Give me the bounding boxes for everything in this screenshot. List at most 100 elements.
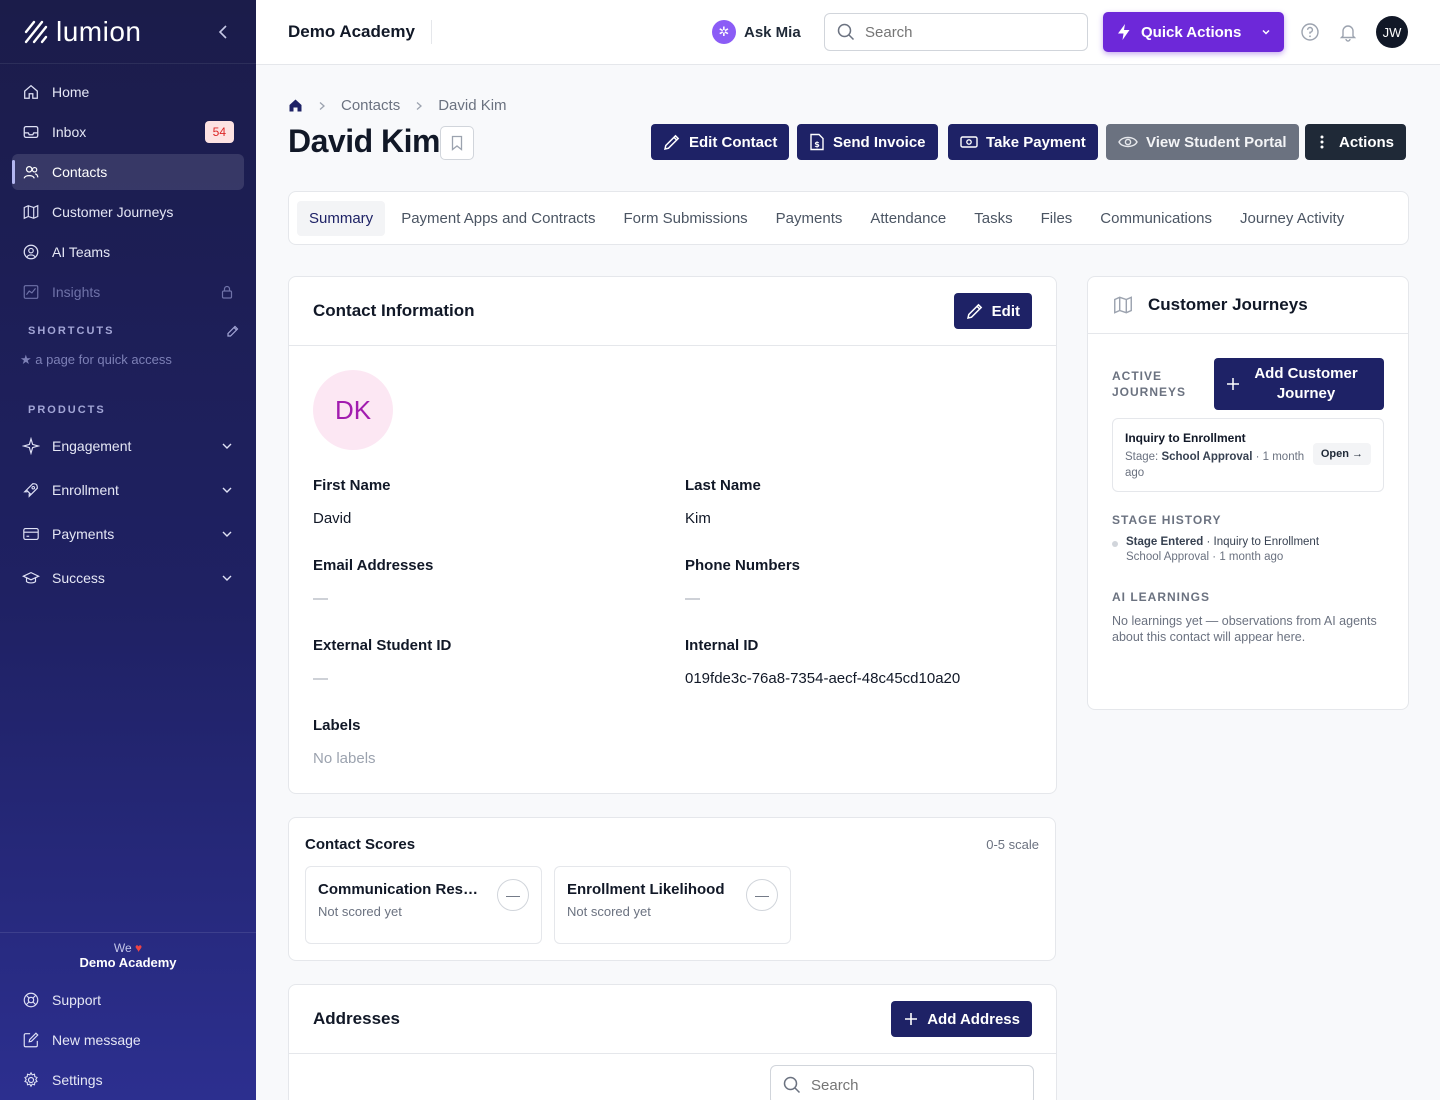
phone-numbers-field: Phone Numbers —: [685, 557, 1025, 607]
tab-form-submissions[interactable]: Form Submissions: [611, 201, 759, 236]
sidebar-item-customer-journeys[interactable]: Customer Journeys: [12, 194, 244, 230]
sidebar-item-label: Settings: [52, 1072, 103, 1088]
address-search-input[interactable]: [811, 1076, 1011, 1094]
sidebar-footer: We ♥ Demo Academy Support New message Se…: [0, 932, 256, 1100]
score-value[interactable]: —: [746, 879, 778, 911]
plus-icon: [1227, 378, 1239, 390]
we-text: We: [113, 941, 132, 955]
addresses-card: Addresses Add Address: [288, 984, 1057, 1100]
global-search[interactable]: [824, 13, 1088, 51]
we-love-line: We ♥: [0, 941, 256, 955]
collapse-sidebar-icon[interactable]: [216, 24, 232, 40]
send-invoice-button[interactable]: $ Send Invoice: [797, 124, 938, 160]
tab-communications[interactable]: Communications: [1088, 201, 1224, 236]
svg-text:$: $: [814, 140, 820, 149]
card-title: Contact Information: [313, 301, 475, 320]
pencil-icon: [966, 303, 982, 319]
score-value[interactable]: —: [497, 879, 529, 911]
eye-icon: [1118, 136, 1138, 148]
edit-shortcuts-icon[interactable]: [226, 324, 240, 338]
view-student-portal-button[interactable]: View Student Portal: [1106, 124, 1299, 160]
stage-prefix: Stage:: [1125, 451, 1159, 463]
bookmark-icon: [451, 135, 463, 151]
take-payment-button[interactable]: Take Payment: [948, 124, 1098, 160]
edit-label: Edit: [991, 302, 1020, 320]
quick-actions-label: Quick Actions: [1141, 23, 1242, 41]
global-search-input[interactable]: [865, 23, 1065, 41]
sidebar-item-contacts[interactable]: Contacts: [12, 154, 244, 190]
edit-contact-button[interactable]: Edit Contact: [651, 124, 790, 160]
ask-mia-button[interactable]: ✲ Ask Mia: [712, 20, 801, 44]
sidebar-item-label: Support: [52, 992, 102, 1008]
sidebar-group-success[interactable]: Success: [0, 556, 256, 600]
sidebar-group-enrollment[interactable]: Enrollment: [0, 468, 256, 512]
breadcrumb-current: David Kim: [438, 97, 507, 114]
breadcrumb-contacts[interactable]: Contacts: [341, 97, 400, 114]
field-value: Kim: [685, 510, 711, 527]
main-nav: Home Inbox 54 Contacts Customer Journeys…: [0, 64, 256, 310]
tab-payment-apps-contracts[interactable]: Payment Apps and Contracts: [389, 201, 607, 236]
card-header: Addresses Add Address: [289, 985, 1056, 1054]
bell-icon[interactable]: [1338, 22, 1358, 42]
home-icon[interactable]: [288, 98, 303, 113]
help-icon[interactable]: [1300, 22, 1320, 42]
sidebar-item-support[interactable]: Support: [0, 980, 256, 1020]
edit-contact-label: Edit Contact: [689, 133, 778, 151]
heart-icon: ♥: [135, 941, 143, 955]
tab-attendance[interactable]: Attendance: [858, 201, 958, 236]
internal-id-field: Internal ID 019fde3c-76a8-7354-aecf-48c4…: [685, 637, 1025, 687]
open-journey-button[interactable]: Open →: [1312, 443, 1371, 465]
sidebar-group-label: Engagement: [52, 438, 132, 454]
contacts-icon: [23, 165, 39, 179]
field-value: —: [685, 590, 700, 607]
sidebar-group-engagement[interactable]: Engagement: [0, 424, 256, 468]
sidebar-item-ai-teams[interactable]: AI Teams: [12, 234, 244, 270]
score-scale: 0-5 scale: [986, 837, 1039, 852]
tab-files[interactable]: Files: [1029, 201, 1085, 236]
tab-journey-activity[interactable]: Journey Activity: [1228, 201, 1356, 236]
history-detail: School Approval · 1 month ago: [1126, 551, 1284, 563]
add-address-button[interactable]: Add Address: [891, 1001, 1032, 1037]
quick-actions-button[interactable]: Quick Actions: [1103, 12, 1284, 52]
active-journeys-label: ACTIVE JOURNEYS: [1112, 369, 1187, 399]
send-invoice-label: Send Invoice: [833, 133, 926, 151]
contact-information-card: Contact Information Edit DK First Name D…: [288, 276, 1057, 794]
sidebar-item-new-message[interactable]: New message: [0, 1020, 256, 1060]
sidebar-item-insights[interactable]: Insights: [12, 274, 244, 310]
stage-history-item: Stage Entered · Inquiry to Enrollment Sc…: [1112, 536, 1319, 563]
map-icon: [1114, 296, 1132, 314]
edit-info-button[interactable]: Edit: [953, 293, 1032, 329]
home-icon: [24, 84, 38, 99]
page-title: David Kim: [288, 123, 440, 159]
customer-journeys-card: Customer Journeys ACTIVE JOURNEYS Add Cu…: [1087, 276, 1409, 710]
user-avatar[interactable]: JW: [1376, 16, 1408, 48]
chevron-down-icon: [222, 487, 232, 493]
top-bar: Demo Academy ✲ Ask Mia Quick Actions JW: [256, 0, 1440, 65]
sidebar-item-home[interactable]: Home: [12, 74, 244, 110]
breadcrumb: Contacts David Kim: [288, 97, 507, 114]
sidebar-item-label: AI Teams: [52, 244, 111, 260]
footer-academy-name: Demo Academy: [79, 955, 177, 970]
address-search[interactable]: [770, 1065, 1034, 1100]
tab-payments[interactable]: Payments: [764, 201, 855, 236]
map-icon: [23, 204, 39, 220]
sidebar-group-label: Success: [52, 570, 105, 586]
actions-menu-button[interactable]: Actions: [1305, 124, 1407, 160]
score-item: Communication Responsiveness Not scored …: [305, 866, 542, 944]
lightning-icon: [1118, 24, 1130, 40]
search-icon: [783, 1076, 801, 1094]
chevron-right-icon: [319, 101, 325, 110]
tab-summary[interactable]: Summary: [297, 200, 386, 236]
plus-icon: [905, 1013, 918, 1025]
chevron-right-icon: [416, 101, 423, 110]
sidebar-item-label: Contacts: [52, 164, 108, 180]
add-customer-journey-button[interactable]: Add Customer Journey: [1214, 358, 1384, 410]
chevron-down-icon: [222, 531, 232, 537]
sidebar-group-payments[interactable]: Payments: [0, 512, 256, 556]
tab-tasks[interactable]: Tasks: [962, 201, 1024, 236]
sidebar-item-settings[interactable]: Settings: [0, 1060, 256, 1100]
shortcuts-section-label: SHORTCUTS: [0, 324, 256, 338]
bookmark-button[interactable]: [440, 126, 474, 160]
sidebar-item-inbox[interactable]: Inbox 54: [12, 114, 244, 150]
contact-scores-card: Contact Scores 0-5 scale Communication R…: [288, 817, 1056, 961]
